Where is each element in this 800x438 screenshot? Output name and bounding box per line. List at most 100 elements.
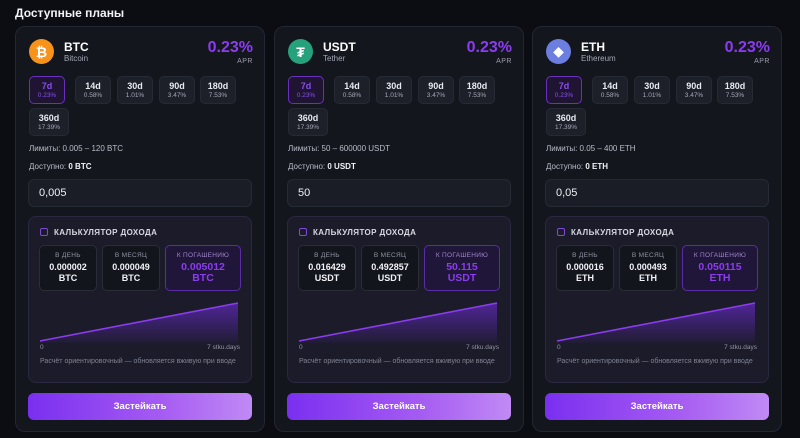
term-option-90d[interactable]: 90d 3.47% [676, 76, 712, 104]
maturity-unit: USDT [447, 272, 477, 284]
stake-button[interactable]: Застейкать [287, 393, 511, 420]
stake-button[interactable]: Застейкать [545, 393, 769, 420]
term-option-14d[interactable]: 14d 0.58% [592, 76, 628, 104]
term-rate: 0.58% [600, 92, 620, 99]
per-month-label: В МЕСЯЦ [373, 252, 407, 259]
term-rate: 0.58% [342, 92, 362, 99]
term-option-360d[interactable]: 360d 17.39% [288, 108, 328, 136]
term-option-7d[interactable]: 7d 0.23% [288, 76, 324, 104]
maturity-stat: К ПОГАШЕНИЮ 0.005012 BTC [165, 245, 241, 291]
term-days: 7d [41, 81, 53, 91]
available-label: Доступно: [546, 162, 584, 171]
term-option-90d[interactable]: 90d 3.47% [418, 76, 454, 104]
coin-name: Tether [323, 54, 346, 63]
term-option-180d[interactable]: 180d 7.53% [459, 76, 495, 104]
amount-input[interactable] [28, 179, 252, 207]
calculator-note: Расчёт ориентировочный — обновляется вжи… [557, 358, 753, 365]
term-days: 360d [38, 113, 60, 123]
calculator-icon [557, 228, 565, 236]
income-calculator: КАЛЬКУЛЯТОР ДОХОДА В ДЕНЬ 0.000016 ETH В… [545, 216, 769, 383]
available-value: 0 USDT [327, 162, 356, 171]
per-day-unit: ETH [576, 273, 594, 283]
term-rate: 0.58% [83, 92, 103, 99]
term-rate: 7.53% [725, 92, 745, 99]
term-rate: 3.47% [167, 92, 187, 99]
income-growth-chart [298, 302, 498, 343]
amount-input[interactable] [287, 179, 511, 207]
term-days: 14d [602, 81, 618, 91]
income-growth-chart [39, 302, 239, 343]
income-calculator: КАЛЬКУЛЯТОР ДОХОДА В ДЕНЬ 0.016429 USDT … [287, 216, 511, 383]
chart-axis-start: 0 [299, 344, 303, 351]
chart-axis-start: 0 [557, 344, 561, 351]
term-option-180d[interactable]: 180d 7.53% [200, 76, 236, 104]
apr-value: 0.23% [724, 39, 770, 56]
term-rate: 3.47% [426, 92, 446, 99]
term-option-30d[interactable]: 30d 1.01% [376, 76, 412, 104]
stake-button[interactable]: Застейкать [28, 393, 252, 420]
tether-icon: ₮ [288, 39, 313, 64]
chart-axis-end: 7 stku.days [466, 344, 499, 351]
maturity-label: К ПОГАШЕНИЮ [693, 252, 747, 259]
term-option-30d[interactable]: 30d 1.01% [634, 76, 670, 104]
maturity-stat: К ПОГАШЕНИЮ 50.115 USDT [424, 245, 500, 291]
term-option-360d[interactable]: 360d 17.39% [29, 108, 69, 136]
per-day-value: 0.016429 [308, 262, 346, 272]
bitcoin-icon: ₿ [29, 39, 54, 64]
per-day-label: В ДЕНЬ [55, 252, 81, 259]
term-option-90d[interactable]: 90d 3.47% [159, 76, 195, 104]
per-month-stat: В МЕСЯЦ 0.000493 ETH [619, 245, 677, 291]
term-days: 90d [169, 81, 185, 91]
coin-symbol: BTC [64, 40, 89, 54]
plan-card-usdt: ₮ USDT Tether 0.23% APR 7d 0.23% 14d 0.58% 3… [274, 26, 524, 432]
apr-label: APR [496, 58, 512, 65]
chart-axis-end: 7 stku.days [724, 344, 757, 351]
term-days: 30d [386, 81, 402, 91]
term-option-360d[interactable]: 360d 17.39% [546, 108, 586, 136]
term-days: 14d [85, 81, 101, 91]
limits-text: Лимиты: 0.005 – 120 BTC [29, 144, 124, 153]
available-text: Доступно: 0 USDT [288, 162, 356, 171]
maturity-unit: BTC [192, 272, 214, 284]
per-month-unit: USDT [377, 273, 403, 283]
term-rate: 17.39% [554, 124, 578, 131]
calculator-title: КАЛЬКУЛЯТОР ДОХОДА [557, 228, 674, 237]
term-rate: 3.47% [684, 92, 704, 99]
term-option-7d[interactable]: 7d 0.23% [546, 76, 582, 104]
coin-header: ₮ USDT Tether 0.23% APR [288, 39, 512, 69]
term-option-14d[interactable]: 14d 0.58% [334, 76, 370, 104]
term-option-7d[interactable]: 7d 0.23% [29, 76, 65, 104]
term-rate: 17.39% [296, 124, 320, 131]
available-value: 0 BTC [68, 162, 92, 171]
term-rate: 1.01% [125, 92, 145, 99]
term-days: 30d [644, 81, 660, 91]
term-days: 360d [297, 113, 319, 123]
income-calculator: КАЛЬКУЛЯТОР ДОХОДА В ДЕНЬ 0.000002 BTC В… [28, 216, 252, 383]
ethereum-icon: ◆ [546, 39, 571, 64]
amount-input[interactable] [545, 179, 769, 207]
calculator-title-text: КАЛЬКУЛЯТОР ДОХОДА [571, 228, 675, 237]
per-day-label: В ДЕНЬ [572, 252, 598, 259]
term-days: 180d [466, 81, 488, 91]
term-option-30d[interactable]: 30d 1.01% [117, 76, 153, 104]
term-days: 360d [555, 113, 577, 123]
apr-value: 0.23% [466, 39, 512, 56]
per-month-unit: BTC [121, 273, 141, 283]
calculator-note: Расчёт ориентировочный — обновляется вжи… [299, 358, 495, 365]
plan-card-btc: ₿ BTC Bitcoin 0.23% APR 7d 0.23% 14d 0.58% 3… [15, 26, 265, 432]
maturity-label: К ПОГАШЕНИЮ [435, 252, 489, 259]
maturity-stat: К ПОГАШЕНИЮ 0.050115 ETH [682, 245, 758, 291]
per-day-value: 0.000016 [566, 262, 604, 272]
available-label: Доступно: [288, 162, 326, 171]
term-option-14d[interactable]: 14d 0.58% [75, 76, 111, 104]
term-days: 7d [300, 81, 312, 91]
per-month-stat: В МЕСЯЦ 0.492857 USDT [361, 245, 419, 291]
term-days: 90d [428, 81, 444, 91]
coin-symbol: USDT [323, 40, 356, 54]
plan-card-eth: ◆ ETH Ethereum 0.23% APR 7d 0.23% 14d 0.58%… [532, 26, 782, 432]
calculator-icon [299, 228, 307, 236]
term-days: 180d [724, 81, 746, 91]
per-day-unit: USDT [314, 273, 340, 283]
per-month-value: 0.492857 [371, 262, 409, 272]
term-option-180d[interactable]: 180d 7.53% [717, 76, 753, 104]
